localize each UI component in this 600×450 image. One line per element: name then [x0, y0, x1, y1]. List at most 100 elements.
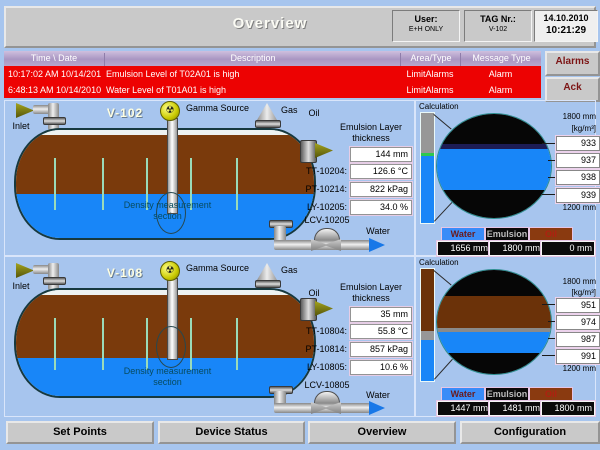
level-tick — [54, 318, 56, 370]
thickness-value: 144 mm — [350, 147, 412, 162]
field-value: 126.6 °C — [350, 164, 412, 179]
legend-water: Water — [441, 387, 485, 401]
field-label: LY-10805: — [292, 362, 347, 373]
density-value: 938 — [556, 170, 600, 185]
alarm-row[interactable]: 10:17:02 AM 10/14/201 Emulsion Level of … — [4, 66, 541, 82]
field-value: 34.0 % — [350, 200, 412, 215]
field-label: TT-10804: — [292, 326, 347, 337]
alarm-area: LimitAlarms — [400, 69, 460, 79]
gas-flange — [255, 280, 281, 288]
field-label: LY-10205: — [292, 202, 347, 213]
datetime-box: 14.10.2010 10:21:29 — [534, 10, 598, 42]
oil-level-value: 1800 mm — [541, 401, 595, 416]
time-value: 10:21:29 — [535, 25, 597, 36]
gamma-source-label: Gamma Source — [186, 103, 266, 114]
water-label: Water — [356, 390, 400, 401]
density-section-ellipse — [156, 326, 186, 368]
tank-name: V-108 — [90, 266, 160, 280]
level-tick — [236, 318, 238, 370]
legend-emulsion: Emulsion — [485, 227, 529, 241]
density-section-label: Density measurement — [105, 366, 230, 377]
calculation-bar — [420, 268, 435, 382]
calculation-label: Calculation — [419, 102, 479, 112]
scale-top-label: 1800 mm — [538, 112, 596, 122]
user-value: E+H ONLY — [393, 26, 459, 33]
inlet-label: Inlet — [6, 281, 36, 292]
tank-name: V-102 — [90, 106, 160, 120]
gas-label: Gas — [281, 265, 311, 276]
density-unit-label: [kg/m³] — [538, 124, 596, 134]
bar-gas-segment — [421, 113, 434, 153]
density-section-label: section — [105, 377, 230, 388]
thickness-label: thickness — [330, 133, 412, 144]
alarms-button[interactable]: Alarms — [545, 51, 600, 76]
thickness-value: 35 mm — [350, 307, 412, 322]
field-label: PT-10814: — [292, 344, 347, 355]
user-box: User: E+H ONLY — [392, 10, 460, 42]
device-status-button[interactable]: Device Status — [158, 421, 305, 444]
field-label: PT-10214: — [292, 184, 347, 195]
col-description: Description — [104, 53, 401, 66]
field-value: 10.6 % — [350, 360, 412, 375]
gamma-source-label: Gamma Source — [186, 263, 266, 274]
density-unit-label: [kg/m³] — [538, 288, 596, 298]
density-value: 991 — [556, 349, 600, 364]
field-value: 857 kPag — [350, 342, 412, 357]
gas-flange — [255, 120, 281, 128]
oil-outlet-flange — [300, 140, 317, 163]
field-label: TT-10204: — [292, 166, 347, 177]
circle-water-band — [437, 332, 551, 353]
bar-water-segment — [421, 156, 434, 223]
field-value: 55.8 °C — [350, 324, 412, 339]
thickness-label: Emulsion Layer — [330, 282, 412, 293]
gamma-source-icon: ☢ — [160, 261, 180, 281]
water-level-value: 1656 mm — [437, 241, 491, 256]
level-tick — [190, 318, 192, 370]
circle-oil-band — [437, 296, 551, 328]
density-value: 951 — [556, 298, 600, 313]
density-circle — [436, 113, 552, 219]
level-tick — [102, 158, 104, 210]
emulsion-level-value: 1800 mm — [489, 241, 543, 256]
density-value: 974 — [556, 315, 600, 330]
density-circle — [436, 269, 552, 375]
alarm-area: LimitAlarms — [400, 85, 460, 95]
level-tick — [236, 158, 238, 210]
legend-oil: Oil — [529, 227, 573, 241]
density-section-label: Density measurement — [105, 200, 230, 211]
density-section-label: section — [105, 211, 230, 222]
thickness-label: thickness — [330, 293, 412, 304]
scale-bottom-label: 1200 mm — [538, 203, 596, 213]
alarm-type: Alarm — [460, 85, 541, 95]
oil-label: Oil — [302, 108, 326, 119]
configuration-button[interactable]: Configuration — [460, 421, 600, 444]
water-label: Water — [356, 226, 400, 237]
tank-oil-layer — [16, 135, 314, 194]
water-level-value: 1447 mm — [437, 401, 491, 416]
inlet-label: Inlet — [6, 121, 36, 132]
legend-oil: Oil — [529, 387, 573, 401]
ack-button[interactable]: Ack — [545, 77, 600, 102]
alarm-row[interactable]: 6:48:13 AM 10/14/2010 Water Level of T01… — [4, 82, 541, 98]
circle-water-band — [437, 149, 551, 190]
tag-value: V-102 — [465, 26, 531, 33]
calculation-bar — [420, 112, 435, 224]
legend-emulsion: Emulsion — [485, 387, 529, 401]
density-value: 939 — [556, 188, 600, 203]
level-tick — [146, 318, 148, 370]
hmi-screen: Overview User: E+H ONLY TAG Nr.: V-102 1… — [0, 0, 600, 450]
alarm-time: 6:48:13 AM 10/14/2010 — [8, 85, 101, 95]
density-value: 933 — [556, 136, 600, 151]
bar-water-segment — [421, 340, 434, 381]
scale-top-label: 1800 mm — [538, 277, 596, 287]
overview-button[interactable]: Overview — [308, 421, 456, 444]
thickness-label: Emulsion Layer — [330, 122, 412, 133]
alarm-type: Alarm — [460, 69, 541, 79]
bar-emulsion-segment — [421, 331, 434, 340]
alarm-time: 10:17:02 AM 10/14/201 — [8, 69, 101, 79]
inlet-flange — [43, 117, 66, 125]
col-area-type: Area/Type — [400, 53, 461, 66]
col-message-type: Message Type — [460, 53, 542, 66]
setpoints-button[interactable]: Set Points — [6, 421, 154, 444]
tag-box: TAG Nr.: V-102 — [464, 10, 532, 42]
